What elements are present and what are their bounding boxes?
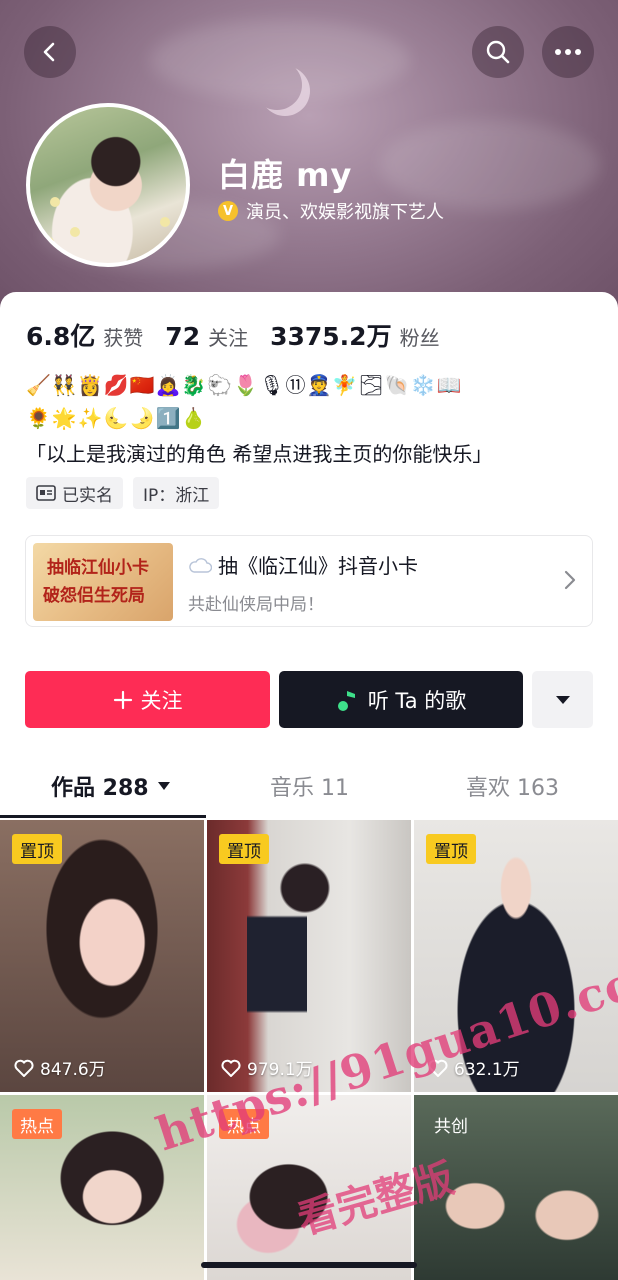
active-tab-indicator xyxy=(0,815,206,818)
more-button[interactable] xyxy=(542,26,594,78)
avatar-flower xyxy=(70,227,80,237)
verified-badge-icon: V xyxy=(218,201,238,221)
verification-row: V 演员、欢娱影视旗下艺人 xyxy=(218,198,444,224)
heart-icon xyxy=(221,1059,241,1077)
listen-songs-label: 听 Ta 的歌 xyxy=(367,688,467,713)
promo-title-row: 抽《临江仙》抖音小卡 xyxy=(188,550,418,579)
more-dots-icon xyxy=(555,49,581,55)
music-note-icon xyxy=(337,690,355,711)
tab-label: 音乐 11 xyxy=(270,776,349,801)
bio-emoji-line-1: 🧹👯👸💋🇨🇳🙇‍♀️🐉🐑🌷🎙⑪👮🧚🌫🐚❄️📖 xyxy=(26,373,463,397)
tab-music[interactable]: 音乐 11 xyxy=(270,770,349,802)
tab-label: 作品 288 xyxy=(51,776,149,801)
tab-likes[interactable]: 喜欢 163 xyxy=(466,770,559,802)
video-likes: 847.6万 xyxy=(14,1055,106,1080)
avatar-flower xyxy=(50,197,60,207)
tab-works[interactable]: 作品 288 xyxy=(51,770,171,802)
following-label[interactable]: 关注 xyxy=(208,322,248,351)
video-tile[interactable]: 置顶 847.6万 xyxy=(0,820,204,1092)
bio-emoji-line-2: 🌻🌟✨🌜🌛1️⃣🍐 xyxy=(26,406,208,430)
search-icon xyxy=(486,40,510,64)
caret-down-icon xyxy=(157,782,170,790)
cloud-icon xyxy=(189,557,212,573)
chevron-left-icon xyxy=(43,42,55,62)
profile-tags: 已实名 IP：浙江 xyxy=(26,477,220,509)
id-card-icon xyxy=(36,485,56,501)
promo-image-text: 破怨侣生死局 xyxy=(43,586,145,606)
pinned-badge: 置顶 xyxy=(12,834,62,864)
likes-label: 获赞 xyxy=(103,326,144,350)
heart-icon xyxy=(14,1059,34,1077)
plus-icon xyxy=(113,690,132,709)
pinned-badge: 置顶 xyxy=(426,834,476,864)
promo-image-text: 抽临江仙小卡 xyxy=(47,558,149,578)
stats-row: 6.8亿 获赞 72 关注 3375.2万 粉丝 xyxy=(26,317,462,353)
tag-label: IP：浙江 xyxy=(143,485,210,506)
follow-button[interactable]: 关注 xyxy=(25,671,270,728)
followers-count[interactable]: 3375.2万 xyxy=(270,317,391,353)
verification-text: 演员、欢娱影视旗下艺人 xyxy=(246,202,444,223)
tag-real-name: 已实名 xyxy=(26,477,123,509)
hot-badge: 热点 xyxy=(12,1109,62,1139)
co-creation-badge: 共创 xyxy=(434,1116,468,1137)
banner-cloud xyxy=(380,120,600,210)
video-likes-count: 847.6万 xyxy=(40,1060,106,1080)
tab-label: 喜欢 163 xyxy=(466,776,559,801)
home-indicator[interactable] xyxy=(201,1262,417,1268)
tag-ip-location: IP：浙江 xyxy=(133,477,220,509)
avatar[interactable] xyxy=(26,103,190,267)
promo-card[interactable]: 抽临江仙小卡 破怨侣生死局 抽《临江仙》抖音小卡 共赴仙侠局中局！ xyxy=(25,535,593,627)
promo-subtitle: 共赴仙侠局中局！ xyxy=(188,595,324,615)
promo-image: 抽临江仙小卡 破怨侣生死局 xyxy=(33,543,173,621)
back-button[interactable] xyxy=(24,26,76,78)
likes-count: 6.8亿 xyxy=(26,322,96,351)
avatar-flower xyxy=(160,217,170,227)
following-count[interactable]: 72 xyxy=(165,322,200,351)
promo-title: 抽《临江仙》抖音小卡 xyxy=(218,554,418,578)
content-tabs: 作品 288 音乐 11 喜欢 163 xyxy=(0,760,618,818)
listen-songs-button[interactable]: 听 Ta 的歌 xyxy=(279,671,523,728)
tag-label: 已实名 xyxy=(62,485,113,506)
follow-button-label: 关注 xyxy=(140,688,183,713)
pinned-badge: 置顶 xyxy=(219,834,269,864)
avatar-flower xyxy=(44,237,54,247)
search-button[interactable] xyxy=(472,26,524,78)
profile-name: 白鹿 my xyxy=(218,156,353,194)
moon-icon xyxy=(252,60,302,110)
chevron-right-icon xyxy=(564,570,576,590)
caret-down-icon xyxy=(555,695,570,704)
followers-label[interactable]: 粉丝 xyxy=(400,322,440,351)
bio-text: 「以上是我演过的角色 希望点进我主页的你能快乐」 xyxy=(26,442,493,466)
more-actions-button[interactable] xyxy=(532,671,593,728)
